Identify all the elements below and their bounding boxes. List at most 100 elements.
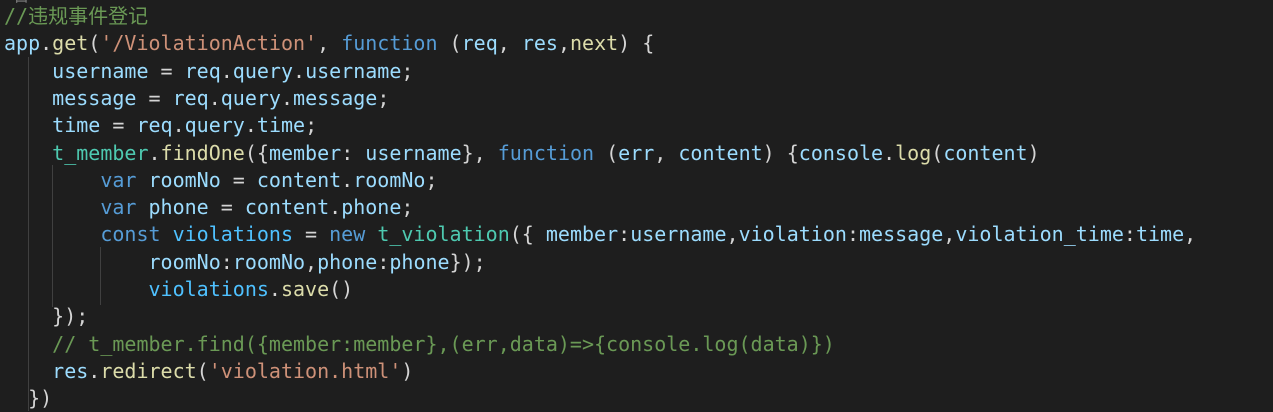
- code-token: ({: [244, 140, 269, 165]
- code-token: console: [798, 140, 884, 165]
- code-token: t_member: [52, 140, 149, 165]
- code-token: username: [52, 58, 149, 83]
- code-line: // t_member.find({member:member},(err,da…: [4, 331, 835, 358]
- code-token: ;: [401, 195, 414, 220]
- code-token: ;: [305, 113, 318, 138]
- code-token: .: [172, 113, 185, 138]
- code-token: roomNo: [353, 167, 426, 192]
- code-line: });: [4, 303, 88, 330]
- code-token: // t_member.find({member:member},(err,da…: [52, 331, 835, 356]
- code-line: violations.save(): [4, 276, 354, 303]
- code-token: query: [184, 113, 245, 138]
- code-token: (: [88, 31, 101, 56]
- code-token: req: [136, 113, 173, 138]
- code-token: res: [52, 358, 89, 383]
- code-token: time: [256, 113, 306, 138]
- code-token: });: [449, 249, 486, 274]
- code-token: .: [88, 358, 101, 383]
- code-token: app: [4, 31, 41, 56]
- code-token: query: [232, 58, 294, 83]
- code-editor[interactable]: ⌐口 //违规事件登记app.get('/ViolationAction', f…: [0, 0, 1273, 412]
- code-token: const: [100, 222, 161, 247]
- code-line: t_member.findOne({member: username}, fun…: [4, 140, 1040, 167]
- code-token: function: [341, 31, 438, 56]
- code-token: }): [4, 386, 53, 411]
- code-token: req: [172, 85, 209, 110]
- code-token: query: [220, 85, 281, 110]
- code-token: phone: [389, 249, 450, 274]
- code-token: ;: [377, 85, 390, 110]
- code-token: .: [280, 85, 294, 110]
- code-token: =: [148, 58, 185, 83]
- code-token: ,: [1184, 222, 1197, 247]
- code-token: roomNo: [148, 167, 221, 192]
- code-line: message = req.query.message;: [4, 85, 389, 112]
- code-token: =: [208, 195, 245, 220]
- code-token: ) {: [762, 140, 799, 165]
- code-token: violations: [148, 277, 269, 301]
- code-token: var: [100, 167, 137, 192]
- code-token: function: [497, 140, 595, 165]
- code-line: //违规事件登记: [4, 3, 148, 30]
- code-token: username: [305, 58, 402, 83]
- code-token: violation_time: [955, 222, 1124, 247]
- code-line: const violations = new t_violation({ mem…: [4, 221, 1196, 248]
- code-token: :: [377, 249, 390, 274]
- code-token: =: [136, 85, 173, 110]
- code-token: ): [1027, 140, 1040, 165]
- code-token: time: [52, 113, 101, 138]
- code-token: ({: [509, 222, 546, 247]
- code-token: save: [280, 277, 330, 301]
- code-token: .: [40, 31, 53, 56]
- code-token: req: [461, 31, 498, 56]
- code-token: message: [858, 222, 944, 247]
- code-token: .: [341, 167, 354, 192]
- code-token: var: [100, 195, 137, 220]
- code-token: err: [618, 140, 655, 165]
- code-token: ,: [317, 31, 342, 56]
- code-token: content: [678, 140, 763, 165]
- code-token: content: [244, 195, 330, 220]
- code-token: .: [220, 58, 233, 83]
- code-token: message: [293, 85, 378, 110]
- code-token: .: [148, 140, 161, 165]
- code-line: var phone = content.phone;: [4, 194, 413, 221]
- code-token: ,: [726, 222, 739, 247]
- code-token: });: [4, 304, 89, 329]
- code-line: var roomNo = content.roomNo;: [4, 167, 438, 194]
- code-token: ;: [401, 58, 414, 83]
- code-token: phone: [148, 195, 209, 220]
- code-line: username = req.query.username;: [4, 58, 413, 85]
- code-token: 'violation.html': [208, 358, 402, 383]
- code-token: username: [365, 140, 462, 165]
- code-token: (: [594, 140, 619, 165]
- code-token: =: [220, 167, 257, 192]
- code-token: (: [931, 140, 944, 165]
- code-token: :: [618, 222, 631, 247]
- code-token: phone: [341, 195, 402, 220]
- code-token: ) {: [618, 31, 655, 56]
- code-token: redirect: [100, 358, 197, 383]
- code-token: ;: [425, 167, 438, 192]
- code-token: },: [461, 140, 498, 165]
- code-token: username: [630, 222, 727, 247]
- code-token: time: [1135, 222, 1185, 247]
- code-token: violation: [738, 222, 847, 247]
- code-token: .: [268, 277, 281, 301]
- code-token: :: [1123, 222, 1136, 247]
- code-token: //违规事件登记: [4, 4, 149, 28]
- code-line: app.get('/ViolationAction', function (re…: [4, 30, 654, 57]
- code-token: .: [244, 113, 257, 138]
- code-token: findOne: [160, 140, 245, 165]
- code-token: .: [208, 85, 221, 110]
